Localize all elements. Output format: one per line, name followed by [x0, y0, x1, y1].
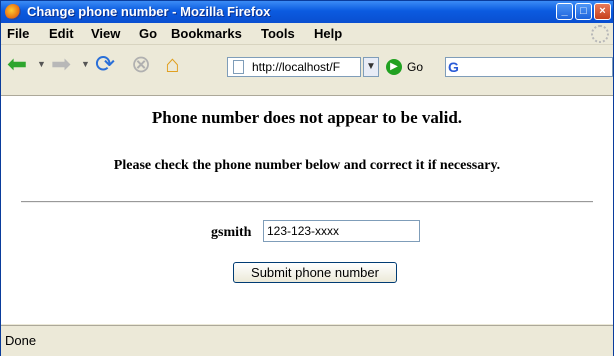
menu-help[interactable]: Help [314, 26, 342, 41]
divider [21, 201, 593, 203]
firefox-icon [5, 4, 21, 20]
phone-input[interactable] [263, 220, 420, 242]
menu-file[interactable]: File [7, 26, 29, 41]
page-heading: Phone number does not appear to be valid… [151, 108, 463, 127]
menu-view[interactable]: View [91, 26, 120, 41]
search-box[interactable]: G [445, 57, 613, 77]
menu-bookmarks[interactable]: Bookmarks [171, 26, 242, 41]
menu-tools[interactable]: Tools [261, 26, 295, 41]
stop-icon[interactable]: ⊗ [131, 53, 151, 77]
url-text: http://localhost/F [252, 60, 341, 74]
go-icon[interactable]: ▶ [386, 59, 402, 75]
reload-icon[interactable]: ⟳ [95, 53, 115, 77]
back-dropdown-icon[interactable]: ▼ [37, 59, 46, 69]
throbber-icon [591, 25, 609, 43]
url-bar[interactable]: http://localhost/F [227, 57, 361, 77]
google-icon: G [448, 59, 459, 75]
menu-go[interactable]: Go [139, 26, 157, 41]
back-arrow-icon[interactable]: ⬅ [7, 53, 27, 77]
title-bar[interactable]: Change phone number - Mozilla Firefox _ … [1, 1, 613, 23]
submit-phone-button[interactable]: Submit phone number [233, 262, 397, 283]
window-title: Change phone number - Mozilla Firefox [27, 4, 271, 19]
page-content: Phone number does not appear to be valid… [1, 96, 613, 324]
username-label: gsmith [211, 225, 252, 240]
forward-dropdown-icon[interactable]: ▼ [81, 59, 90, 69]
home-icon[interactable]: ⌂ [165, 53, 180, 77]
menu-edit[interactable]: Edit [49, 26, 74, 41]
forward-arrow-icon[interactable]: ➡ [51, 53, 71, 77]
page-icon [233, 60, 244, 74]
navigation-toolbar: ⬅ ▼ ➡ ▼ ⟳ ⊗ ⌂ http://localhost/F ▼ ▶ Go … [1, 45, 613, 96]
status-bar: Done [1, 325, 613, 356]
menu-bar: File Edit View Go Bookmarks Tools Help [1, 24, 613, 45]
maximize-button[interactable]: □ [575, 3, 592, 20]
minimize-button[interactable]: _ [556, 3, 573, 20]
go-button-label[interactable]: Go [407, 60, 423, 74]
close-button[interactable]: × [594, 3, 611, 20]
browser-window: Change phone number - Mozilla Firefox _ … [0, 0, 614, 356]
status-text: Done [5, 333, 37, 348]
url-dropdown-button[interactable]: ▼ [363, 57, 379, 77]
validation-message: Please check the phone number below and … [113, 158, 501, 173]
